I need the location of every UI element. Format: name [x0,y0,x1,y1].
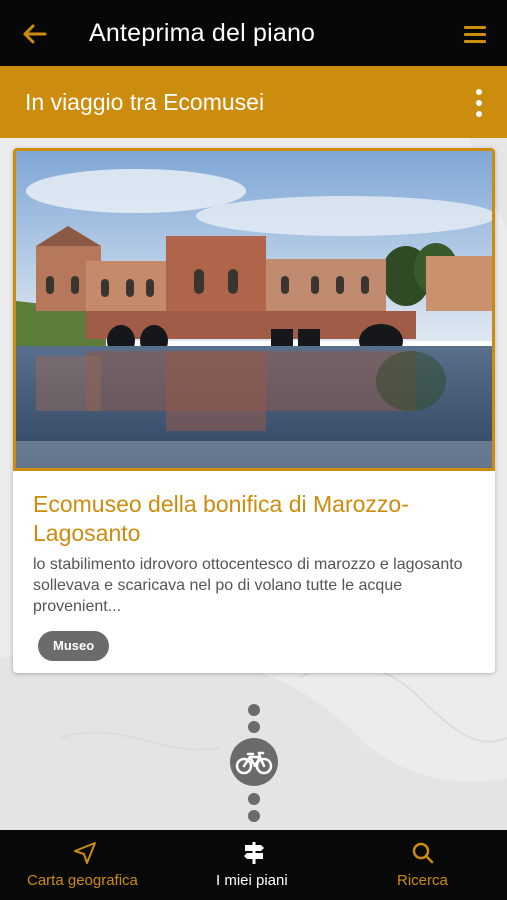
nav-carta-geografica[interactable]: Carta geografica [0,830,170,900]
nav-i-miei-piani[interactable]: I miei piani [170,830,340,900]
back-button[interactable] [18,18,50,50]
timeline-dot [248,721,260,733]
plan-timeline [0,700,507,825]
nav-label: Ricerca [397,872,448,889]
more-options-button[interactable] [473,88,485,118]
hamburger-menu-icon [464,26,486,43]
poi-description: lo stabilimento idrovoro ottocentesco di… [33,556,463,615]
poi-image[interactable] [13,148,495,471]
bottom-navigation: Carta geografica I miei piani Ricerca [0,830,507,900]
poi-card[interactable]: Ecomuseo della bonifica di Marozzo-Lagos… [13,148,495,673]
timeline-dot [248,793,260,805]
search-icon [412,842,434,864]
transport-mode-button[interactable] [230,738,278,786]
plan-header: In viaggio tra Ecomusei [0,66,507,138]
signpost-icon [244,842,264,864]
poi-title[interactable]: Ecomuseo della bonifica di Marozzo-Lagos… [33,490,473,548]
page-title: Anteprima del piano [89,19,316,47]
bicycle-icon [235,751,273,775]
nav-label: Carta geografica [27,872,138,889]
timeline-dot [248,704,260,716]
nav-ricerca[interactable]: Ricerca [340,830,507,900]
more-vertical-icon [476,89,482,117]
plan-title: In viaggio tra Ecomusei [25,89,265,115]
arrow-left-icon [23,24,47,44]
navigation-arrow-icon [74,842,96,864]
nav-label: I miei piani [216,872,288,889]
category-tag: Museo [38,631,110,661]
app-bar: Anteprima del piano [0,0,507,66]
menu-button[interactable] [461,20,489,48]
timeline-dot [248,810,260,822]
